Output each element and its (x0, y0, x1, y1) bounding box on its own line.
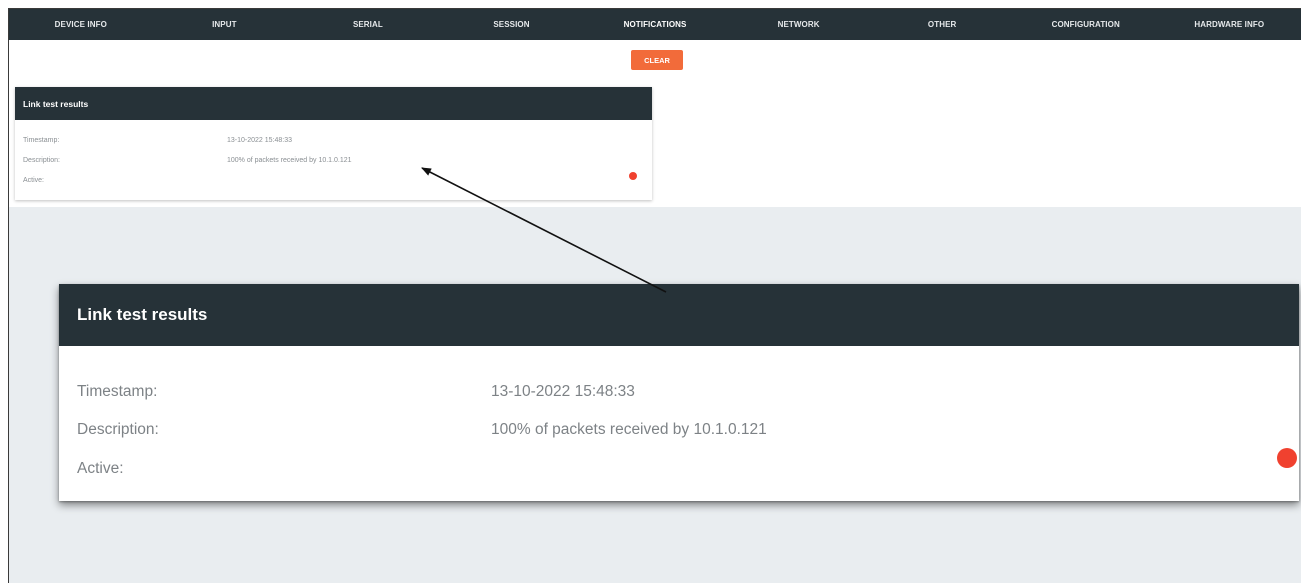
timestamp-value: 13-10-2022 15:48:33 (227, 137, 292, 144)
description-value: 100% of packets received by 10.1.0.121 (227, 157, 352, 164)
zoomed-active-dot-icon (1277, 448, 1297, 468)
zoomed-timestamp-value: 13-10-2022 15:48:33 (491, 383, 635, 400)
tab-session[interactable]: SESSION (440, 9, 584, 40)
tab-other[interactable]: OTHER (870, 9, 1014, 40)
clear-button[interactable]: CLEAR (631, 50, 683, 70)
zoomed-active-label: Active: (77, 460, 124, 477)
tab-network[interactable]: NETWORK (727, 9, 871, 40)
zoomed-card-title: Link test results (59, 284, 1299, 346)
zoomed-notification-card: Link test results Timestamp: 13-10-2022 … (59, 284, 1299, 501)
top-navigation: DEVICE INFO INPUT SERIAL SESSION NOTIFIC… (9, 9, 1301, 42)
active-dot-icon (629, 172, 637, 180)
notifications-panel: CLEAR Link test results Timestamp: 13-10… (9, 40, 1301, 207)
description-label: Description: (23, 157, 60, 164)
tab-input[interactable]: INPUT (153, 9, 297, 40)
tab-notifications[interactable]: NOTIFICATIONS (583, 9, 727, 42)
tab-device-info[interactable]: DEVICE INFO (9, 9, 153, 40)
tab-configuration[interactable]: CONFIGURATION (1014, 9, 1158, 40)
zoomed-description-value: 100% of packets received by 10.1.0.121 (491, 421, 767, 438)
timestamp-label: Timestamp: (23, 137, 60, 144)
active-label: Active: (23, 177, 45, 184)
card-title: Link test results (15, 87, 652, 120)
tab-hardware-info[interactable]: HARDWARE INFO (1158, 9, 1301, 40)
zoomed-timestamp-label: Timestamp: (77, 383, 158, 400)
zoomed-description-label: Description: (77, 421, 159, 438)
tab-serial[interactable]: SERIAL (296, 9, 440, 40)
notification-card: Link test results Timestamp: 13-10-2022 … (15, 87, 652, 200)
